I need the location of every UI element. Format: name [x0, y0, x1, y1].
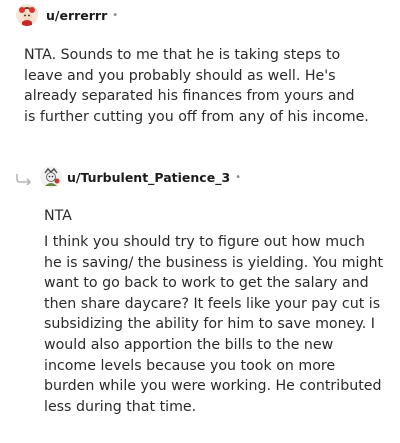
separator-dot: • [235, 171, 242, 183]
user-avatar-icon[interactable] [16, 4, 38, 26]
separator-dot: • [112, 9, 119, 21]
comment-body: NTA. Sounds to me that he is taking step… [24, 47, 369, 125]
reply-arrow-icon [15, 170, 33, 189]
reply-username[interactable]: u/Turbulent_Patience_3 [67, 170, 230, 185]
reply-body: I think you should try to figure out how… [44, 234, 384, 415]
comment-username[interactable]: u/errerrr [46, 8, 107, 23]
comment-author-row: u/errerrr • [16, 4, 118, 26]
reply-first-line: NTA [44, 208, 72, 224]
user-avatar-icon[interactable] [40, 166, 62, 188]
reply-author-row: u/Turbulent_Patience_3 • [40, 166, 241, 188]
